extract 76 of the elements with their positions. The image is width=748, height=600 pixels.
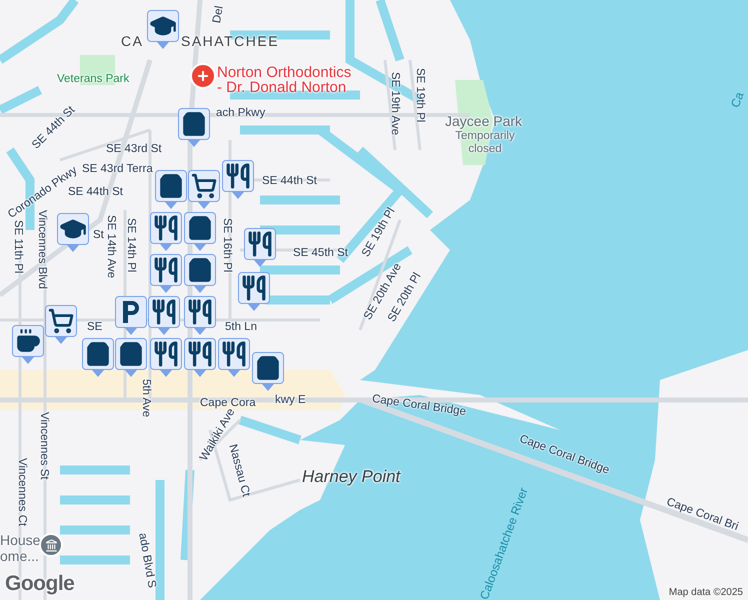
map-marker[interactable]: [178, 108, 210, 147]
street-label: Vincennes Ct: [15, 458, 28, 526]
street-label: SE 16th Pl: [220, 218, 233, 272]
place-label: ome...: [0, 549, 39, 564]
fork-knife-icon: [151, 299, 177, 325]
cup-icon: [15, 328, 41, 354]
street-label: SE 43rd St: [106, 143, 162, 156]
street-label: SE 44th St: [30, 104, 78, 152]
map-marker[interactable]: [147, 10, 179, 49]
map-marker[interactable]: [45, 305, 77, 344]
cart-icon: [48, 308, 74, 334]
area-label: CA: [121, 34, 144, 50]
street-label: SE 43rd Terra: [82, 163, 153, 176]
cart-icon: [191, 173, 217, 199]
map-marker[interactable]: [148, 296, 180, 335]
place-label: House: [0, 533, 40, 548]
map-marker[interactable]: [188, 170, 220, 209]
place-label: Jaycee Park: [445, 114, 522, 130]
area-label: Harney Point: [302, 468, 400, 487]
map-marker[interactable]: [12, 325, 44, 364]
place-label: Norton Orthodontics: [217, 65, 352, 81]
map-marker[interactable]: [184, 254, 216, 293]
map-marker[interactable]: [82, 338, 114, 377]
street-label: Cape Coral Bri: [664, 496, 740, 534]
street-label: Del: [211, 5, 226, 24]
fork-knife-icon: [241, 275, 267, 301]
map-marker[interactable]: [115, 338, 147, 377]
street-label: ach Pkwy: [216, 107, 266, 120]
street-label: SE 19th Ave: [388, 72, 401, 136]
map-marker[interactable]: [184, 296, 216, 335]
map-marker[interactable]: [238, 272, 270, 311]
park-label: Veterans Park: [57, 73, 130, 86]
fork-knife-icon: [247, 231, 273, 257]
google-logo: Google: [5, 572, 74, 596]
map-marker[interactable]: [57, 213, 89, 252]
fork-knife-icon: [153, 215, 179, 241]
street-label: ado Blvd S: [136, 532, 158, 589]
map-marker[interactable]: [150, 212, 182, 251]
street-label: SE 19th Pl: [413, 68, 426, 122]
map-marker[interactable]: [184, 212, 216, 251]
street-label: Cape Coral Bridge: [371, 393, 467, 419]
map-marker[interactable]: [155, 170, 187, 209]
place-label: - Dr. Donald Norton: [217, 80, 346, 96]
street-label: Vincennes St: [37, 412, 50, 480]
street-label: SE 44th St: [262, 175, 317, 188]
street-label: kwy E: [275, 394, 306, 407]
street-label: SE 14th Ave: [104, 215, 117, 278]
street-label: SE 44th St: [68, 186, 123, 199]
water-label: Ca: [729, 90, 747, 110]
fork-knife-icon: [187, 299, 213, 325]
fork-knife-icon: [187, 341, 213, 367]
street-label: St: [93, 229, 104, 242]
map-marker[interactable]: [184, 338, 216, 377]
street-label: SE 11th Pl: [11, 220, 24, 274]
street-label: SE: [87, 321, 102, 334]
map-marker[interactable]: [218, 338, 250, 377]
street-label: SE 45th St: [293, 247, 348, 260]
street-label: SE 14th Pl: [124, 218, 137, 272]
area-label: SAHATCHEE: [181, 34, 280, 50]
street-label: 5th Ave: [139, 379, 152, 418]
parking-icon: [120, 299, 142, 325]
fork-knife-icon: [153, 257, 179, 283]
map-marker[interactable]: [244, 228, 276, 267]
street-label: Cape Cora: [200, 397, 256, 409]
map-marker[interactable]: [222, 160, 254, 199]
map-marker[interactable]: [115, 296, 147, 335]
map-marker[interactable]: [150, 254, 182, 293]
street-label: 5th Ln: [225, 321, 257, 334]
fork-knife-icon: [225, 163, 251, 189]
fork-knife-icon: [221, 341, 247, 367]
status-label: Temporarily closed: [454, 130, 516, 156]
street-label: Nassau Ct: [226, 443, 252, 498]
map-marker[interactable]: [252, 352, 284, 391]
fork-knife-icon: [153, 341, 179, 367]
map-marker[interactable]: [150, 338, 182, 377]
street-label: Cape Coral Bridge: [518, 433, 611, 478]
